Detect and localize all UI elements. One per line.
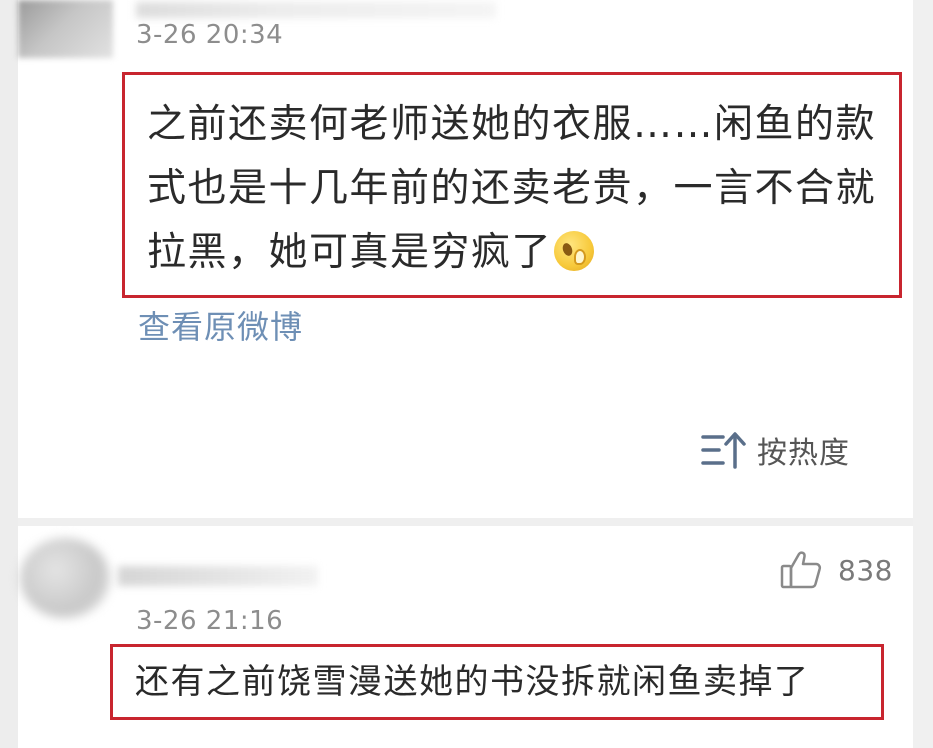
comment-item: 3-26 21:16 838 还有之前饶雪漫送她的书没拆就闲鱼卖掉了 (18, 526, 913, 748)
post-timestamp: 3-26 20:34 (136, 20, 284, 50)
sort-label: 按热度 (757, 436, 850, 471)
right-edge (913, 0, 933, 748)
highlight-box: 之前还卖何老师送她的衣服……闲鱼的款式也是十几年前的还卖老贵，一言不合就拉黑，她… (122, 72, 902, 298)
avatar[interactable] (18, 0, 113, 58)
original-post: 3-26 20:34 之前还卖何老师送她的衣服……闲鱼的款式也是十几年前的还卖老… (18, 0, 913, 518)
divider (18, 518, 913, 526)
like-button[interactable]: 838 (780, 550, 893, 590)
weibo-comment-screenshot: 3-26 20:34 之前还卖何老师送她的衣服……闲鱼的款式也是十几年前的还卖老… (0, 0, 933, 748)
sort-up-icon (701, 432, 746, 469)
view-original-link[interactable]: 查看原微博 (138, 302, 303, 348)
post-content: 之前还卖何老师送她的衣服……闲鱼的款式也是十几年前的还卖老贵，一言不合就拉黑，她… (147, 93, 887, 285)
comment-avatar[interactable] (20, 538, 110, 618)
thumbs-up-icon (780, 551, 822, 589)
face-emoji-icon (554, 231, 595, 271)
username-redacted (136, 2, 496, 18)
left-edge (0, 0, 18, 748)
comment-username-redacted (118, 566, 318, 586)
comment-content: 还有之前饶雪漫送她的书没拆就闲鱼卖掉了 (135, 662, 810, 702)
sort-by-hot-button[interactable]: 按热度 (701, 428, 850, 472)
comment-highlight-box: 还有之前饶雪漫送她的书没拆就闲鱼卖掉了 (110, 644, 884, 720)
comment-timestamp: 3-26 21:16 (136, 606, 284, 636)
post-content-text: 之前还卖何老师送她的衣服……闲鱼的款式也是十几年前的还卖老贵，一言不合就拉黑，她… (147, 102, 877, 275)
like-count: 838 (838, 553, 893, 587)
